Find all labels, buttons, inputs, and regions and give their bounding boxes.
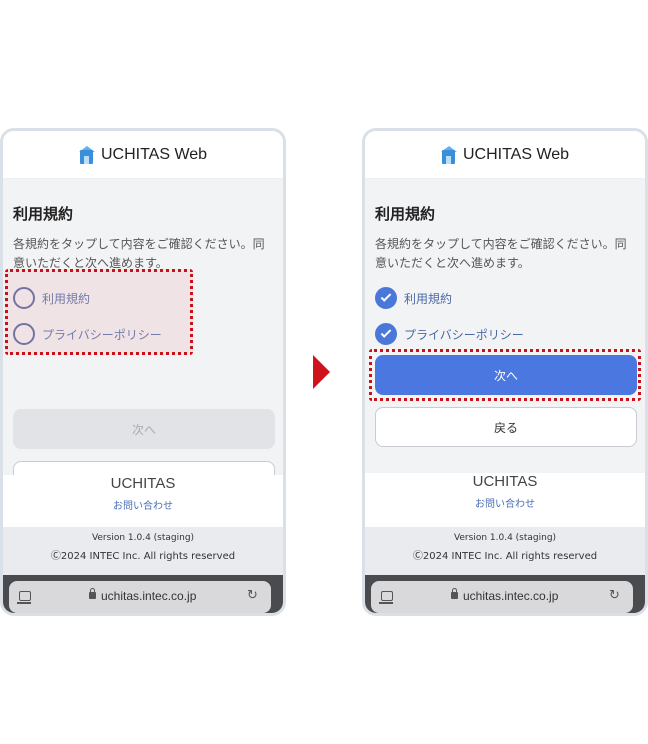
- house-logo-icon: [440, 145, 457, 164]
- checkbox-privacy-policy[interactable]: プライバシーポリシー: [375, 321, 524, 347]
- lock-icon: [89, 588, 96, 599]
- address-bar[interactable]: uchitas.intec.co.jp ↻: [9, 581, 271, 613]
- version-text: Version 1.0.4 (staging): [453, 533, 557, 543]
- footer-brand: UCHITAS お問い合わせ: [365, 473, 645, 527]
- lock-icon: [451, 588, 458, 599]
- arrow-right-icon: [313, 355, 330, 389]
- terms-description: 各規約をタップして内容をご確認ください。同意いただくと次へ進めます。: [375, 237, 627, 270]
- url-text: uchitas.intec.co.jp: [463, 589, 559, 603]
- highlight-checkboxes: [5, 269, 193, 355]
- app-title: UCHITAS Web: [462, 145, 570, 163]
- copyright-text: Ⓒ2024 INTEC Inc. All rights reserved: [412, 551, 598, 562]
- checkbox-terms-of-use[interactable]: 利用規約: [375, 285, 452, 311]
- app-header: UCHITAS Web: [365, 131, 645, 179]
- house-logo-icon: [78, 145, 95, 164]
- checkbox-label: 利用規約: [404, 291, 453, 306]
- browser-toolbar: uchitas.intec.co.jp ↻: [365, 575, 645, 613]
- contact-link[interactable]: お問い合わせ: [365, 495, 645, 510]
- contact-link[interactable]: お問い合わせ: [3, 497, 283, 512]
- highlight-next-button: [369, 349, 641, 401]
- page-title: 利用規約: [375, 205, 436, 223]
- brand-name: UCHITAS: [110, 475, 176, 492]
- version-text: Version 1.0.4 (staging): [91, 533, 195, 543]
- footer-brand: UCHITAS お問い合わせ: [3, 475, 283, 527]
- checkbox-label: プライバシーポリシー: [404, 327, 524, 342]
- footer-version: Version 1.0.4 (staging) Ⓒ2024 INTEC Inc.…: [365, 527, 645, 575]
- phone-screen-after: UCHITAS Web 利用規約 各規約をタップして内容をご確認ください。同意い…: [362, 128, 648, 616]
- page-settings-icon[interactable]: [379, 591, 393, 604]
- url-text: uchitas.intec.co.jp: [101, 589, 197, 603]
- reload-icon[interactable]: ↻: [609, 589, 623, 603]
- app-header: UCHITAS Web: [3, 131, 283, 179]
- next-button-disabled[interactable]: 次へ: [13, 409, 275, 449]
- footer-version: Version 1.0.4 (staging) Ⓒ2024 INTEC Inc.…: [3, 527, 283, 575]
- address-bar[interactable]: uchitas.intec.co.jp ↻: [371, 581, 633, 613]
- browser-toolbar: uchitas.intec.co.jp ↻: [3, 575, 283, 613]
- checked-circle-icon: [375, 323, 397, 345]
- reload-icon[interactable]: ↻: [247, 589, 261, 603]
- back-button[interactable]: 戻る: [375, 407, 637, 447]
- brand-name: UCHITAS: [472, 473, 538, 490]
- page-settings-icon[interactable]: [17, 591, 31, 604]
- checked-circle-icon: [375, 287, 397, 309]
- page-title: 利用規約: [13, 205, 74, 223]
- app-title: UCHITAS Web: [100, 145, 208, 163]
- phone-screen-before: UCHITAS Web 利用規約 各規約をタップして内容をご確認ください。同意い…: [0, 128, 286, 616]
- terms-description: 各規約をタップして内容をご確認ください。同意いただくと次へ進めます。: [13, 237, 265, 270]
- copyright-text: Ⓒ2024 INTEC Inc. All rights reserved: [50, 551, 236, 562]
